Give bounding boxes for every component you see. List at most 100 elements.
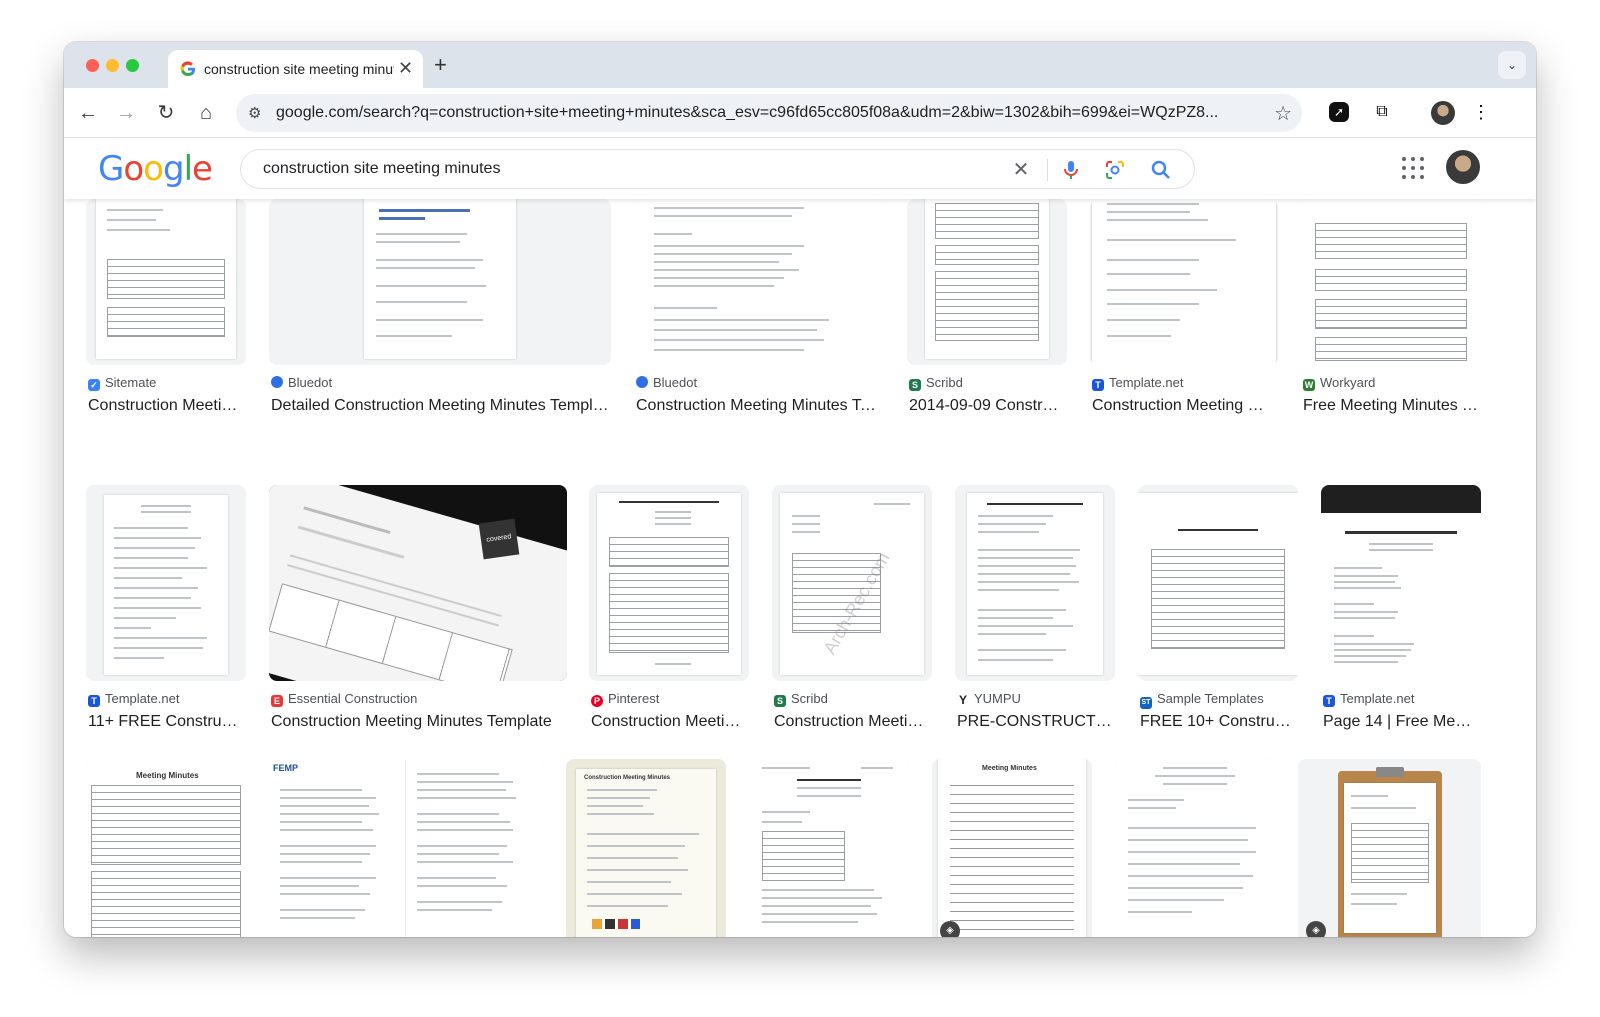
result-title[interactable]: FREE 10+ Construction bbox=[1140, 713, 1296, 731]
more-menu-icon[interactable]: ⋮ bbox=[1469, 100, 1493, 124]
product-tag-icon: ◈ bbox=[1306, 921, 1326, 937]
google-header: Google construction site meeting minutes… bbox=[64, 139, 1536, 199]
extensions-puzzle-icon[interactable]: ⧉ bbox=[1370, 100, 1394, 124]
result-thumbnail[interactable] bbox=[1090, 199, 1278, 365]
result-source[interactable]: Bluedot bbox=[271, 375, 332, 390]
search-icon[interactable] bbox=[1149, 158, 1173, 182]
lens-camera-icon[interactable] bbox=[1103, 158, 1127, 182]
result-title[interactable]: Construction Meeting Minutes bbox=[88, 397, 244, 415]
google-account-avatar[interactable] bbox=[1446, 150, 1480, 184]
result-source[interactable]: T Template.net bbox=[1323, 691, 1414, 707]
result-source[interactable]: W Workyard bbox=[1303, 375, 1375, 391]
image-result-card[interactable]: Construction Meeting Minutes bbox=[566, 759, 726, 937]
result-title[interactable]: PRE-CONSTRUCTION MEETING bbox=[957, 713, 1113, 731]
result-thumbnail[interactable] bbox=[907, 199, 1067, 365]
result-title[interactable]: Construction Meeting Minutes bbox=[591, 713, 747, 731]
search-box[interactable]: construction site meeting minutes ✕ bbox=[240, 149, 1195, 189]
image-result-card[interactable]: Bluedot Construction Meeting Minutes Tem… bbox=[634, 199, 884, 421]
result-source[interactable]: ST Sample Templates bbox=[1140, 691, 1264, 709]
thumbnail-text: Construction Meeting Minutes bbox=[584, 775, 670, 781]
reload-icon[interactable]: ↻ bbox=[154, 101, 178, 125]
image-result-card[interactable]: WWorkyard Free Meeting Minutes Template bbox=[1301, 199, 1481, 421]
result-title[interactable]: Free Meeting Minutes Template bbox=[1303, 397, 1479, 415]
tab-search-dropdown-icon[interactable]: ⌄ bbox=[1498, 51, 1526, 79]
tab-close-icon[interactable]: ✕ bbox=[398, 58, 413, 78]
forward-arrow-icon[interactable]: → bbox=[114, 101, 138, 125]
image-result-card[interactable]: TTemplate.net Construction Meeting Minut… bbox=[1090, 199, 1278, 421]
result-thumbnail[interactable]: Construction Meeting Minutes bbox=[566, 759, 726, 937]
thumbnail-text: Meeting Minutes bbox=[982, 765, 1037, 772]
result-thumbnail[interactable] bbox=[749, 759, 909, 937]
result-source[interactable]: T Template.net bbox=[1092, 375, 1183, 391]
extension-app-icon[interactable]: ➚ bbox=[1329, 102, 1349, 122]
new-tab-button[interactable]: + bbox=[434, 52, 447, 78]
image-result-card[interactable]: T Template.net 11+ FREE Construction bbox=[86, 485, 246, 735]
result-source[interactable]: P Pinterest bbox=[591, 691, 659, 707]
result-source[interactable]: S Scribd bbox=[909, 375, 963, 391]
result-thumbnail[interactable]: FEMP bbox=[269, 759, 543, 937]
image-result-card[interactable]: Bluedot Detailed Construction Meeting Mi… bbox=[269, 199, 611, 421]
result-source[interactable]: Y YUMPU bbox=[957, 691, 1021, 706]
image-result-card[interactable]: Arch-Rec.com S Scribd Construction Meetin… bbox=[772, 485, 932, 735]
google-logo[interactable]: Google bbox=[98, 149, 213, 189]
result-title[interactable]: Construction Meeting Minutes bbox=[1092, 397, 1276, 415]
result-thumbnail[interactable]: Arch-Rec.com bbox=[772, 485, 932, 681]
close-window-button[interactable] bbox=[86, 59, 99, 72]
image-result-card[interactable]: YYUMPU PRE-CONSTRUCTION MEETING bbox=[955, 485, 1115, 735]
image-result-card[interactable] bbox=[1115, 759, 1275, 937]
home-icon[interactable]: ⌂ bbox=[194, 101, 218, 125]
result-title[interactable]: Page 14 | Free Meeting bbox=[1323, 713, 1479, 731]
image-result-card[interactable]: SScribd 2014-09-09 Construction bbox=[907, 199, 1067, 421]
result-source[interactable]: T Template.net bbox=[88, 691, 179, 707]
result-title[interactable]: 11+ FREE Construction bbox=[88, 713, 244, 731]
result-thumbnail[interactable] bbox=[86, 485, 246, 681]
result-thumbnail[interactable] bbox=[634, 199, 884, 365]
image-result-card[interactable]: PPinterest Construction Meeting Minutes bbox=[589, 485, 749, 735]
back-arrow-icon[interactable]: ← bbox=[76, 101, 100, 125]
result-title[interactable]: Detailed Construction Meeting Minutes Te… bbox=[271, 397, 609, 415]
result-thumbnail[interactable] bbox=[955, 485, 1115, 681]
result-source[interactable]: Bluedot bbox=[636, 375, 697, 390]
result-source[interactable]: E Essential Construction bbox=[271, 691, 417, 707]
image-result-card[interactable]: covered E Essential Construction Construc… bbox=[269, 485, 567, 735]
result-thumbnail[interactable] bbox=[1321, 485, 1481, 681]
result-title[interactable]: Construction Meeting Minutes Template bbox=[271, 713, 565, 731]
result-source[interactable]: S Scribd bbox=[774, 691, 828, 707]
maximize-window-button[interactable] bbox=[126, 59, 139, 72]
voice-search-mic-icon[interactable] bbox=[1059, 158, 1083, 182]
result-title[interactable]: Construction Meeting Minutes bbox=[774, 713, 930, 731]
image-result-card[interactable] bbox=[749, 759, 909, 937]
result-title[interactable]: 2014-09-09 Construction bbox=[909, 397, 1065, 415]
result-thumbnail[interactable]: Meeting Minutes ◈ bbox=[932, 759, 1092, 937]
image-result-card[interactable]: ST Sample Templates FREE 10+ Construction bbox=[1138, 485, 1298, 735]
result-thumbnail[interactable]: Meeting Minutes bbox=[86, 759, 246, 937]
result-thumbnail[interactable] bbox=[1115, 759, 1275, 937]
site-favicon-icon: E bbox=[271, 695, 283, 707]
result-thumbnail[interactable] bbox=[589, 485, 749, 681]
image-result-card[interactable]: ✓Sitemate Construction Meeting Minutes bbox=[86, 199, 246, 421]
address-bar[interactable]: ⚙ google.com/search?q=construction+site+… bbox=[236, 94, 1302, 132]
result-thumbnail[interactable] bbox=[1301, 199, 1481, 365]
search-input[interactable]: construction site meeting minutes bbox=[263, 160, 500, 178]
profile-avatar[interactable] bbox=[1431, 101, 1455, 125]
result-thumbnail[interactable] bbox=[269, 199, 611, 365]
image-result-card[interactable]: Meeting Minutes bbox=[86, 759, 246, 937]
bookmark-star-icon[interactable]: ☆ bbox=[1274, 101, 1292, 126]
result-thumbnail[interactable]: ◈ bbox=[1298, 759, 1481, 937]
result-thumbnail[interactable]: covered bbox=[269, 485, 567, 681]
result-thumbnail[interactable] bbox=[1138, 485, 1298, 681]
product-tag-icon: ◈ bbox=[940, 921, 960, 937]
minimize-window-button[interactable] bbox=[106, 59, 119, 72]
clear-search-icon[interactable]: ✕ bbox=[1009, 158, 1033, 182]
image-result-card[interactable]: ◈ bbox=[1298, 759, 1481, 937]
result-title[interactable]: Construction Meeting Minutes Template bbox=[636, 397, 882, 415]
site-info-icon[interactable]: ⚙ bbox=[248, 104, 261, 122]
browser-tab[interactable]: construction site meeting minutes - Goog… bbox=[168, 50, 423, 88]
image-result-card[interactable]: Meeting Minutes ◈ bbox=[932, 759, 1092, 937]
result-source[interactable]: ✓ Sitemate bbox=[88, 375, 156, 391]
google-apps-grid-icon[interactable] bbox=[1402, 157, 1424, 179]
result-thumbnail[interactable] bbox=[86, 199, 246, 365]
image-result-card[interactable]: FEMP bbox=[269, 759, 543, 937]
url-text[interactable]: google.com/search?q=construction+site+me… bbox=[276, 104, 1266, 122]
image-result-card[interactable]: T Template.net Page 14 | Free Meeting bbox=[1321, 485, 1481, 735]
